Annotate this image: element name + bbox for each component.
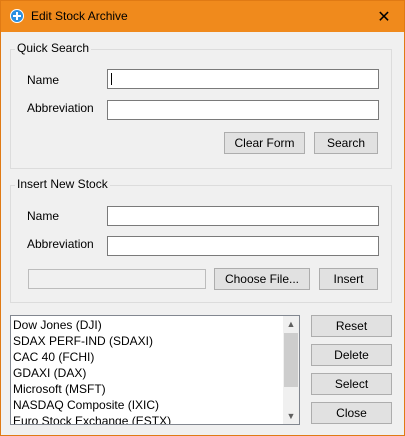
choose-file-button[interactable]: Choose File... — [214, 268, 310, 290]
file-path-field — [28, 269, 206, 289]
quick-search-title: Quick Search — [15, 41, 92, 55]
stock-listbox[interactable]: Dow Jones (DJI) SDAX PERF-IND (SDAXI) CA… — [10, 315, 300, 425]
list-item[interactable]: CAC 40 (FCHI) — [13, 349, 282, 365]
edit-stock-archive-window: Edit Stock Archive ✕ Quick Search Name A… — [0, 0, 405, 436]
list-item[interactable]: GDAXI (DAX) — [13, 365, 282, 381]
scroll-down-icon[interactable]: ▼ — [283, 408, 299, 424]
clear-form-button[interactable]: Clear Form — [224, 132, 305, 154]
close-button[interactable]: Close — [311, 402, 392, 424]
list-item[interactable]: NASDAQ Composite (IXIC) — [13, 397, 282, 413]
add-circle-icon — [10, 9, 24, 23]
title-bar[interactable]: Edit Stock Archive ✕ — [1, 1, 404, 32]
scrollbar-thumb[interactable] — [284, 333, 298, 387]
quick-search-abbreviation-label: Abbreviation — [27, 101, 94, 115]
list-item[interactable]: Dow Jones (DJI) — [13, 317, 282, 333]
search-button[interactable]: Search — [314, 132, 378, 154]
scroll-up-icon[interactable]: ▲ — [283, 316, 299, 332]
insert-name-label: Name — [27, 209, 60, 223]
quick-search-name-input[interactable] — [107, 69, 379, 89]
list-item[interactable]: SDAX PERF-IND (SDAXI) — [13, 333, 282, 349]
insert-new-stock-title: Insert New Stock — [15, 177, 110, 191]
insert-abbreviation-label: Abbreviation — [27, 237, 94, 251]
text-caret — [111, 73, 112, 85]
list-item[interactable]: Euro Stock Exchange (ESTX) — [13, 413, 282, 424]
delete-button[interactable]: Delete — [311, 344, 392, 366]
window-title: Edit Stock Archive — [31, 9, 128, 23]
list-item[interactable]: Microsoft (MSFT) — [13, 381, 282, 397]
stock-list-items: Dow Jones (DJI) SDAX PERF-IND (SDAXI) CA… — [13, 317, 282, 424]
quick-search-abbreviation-input[interactable] — [107, 100, 379, 120]
insert-name-input[interactable] — [107, 206, 379, 226]
reset-button[interactable]: Reset — [311, 315, 392, 337]
insert-abbreviation-input[interactable] — [107, 236, 379, 256]
select-button[interactable]: Select — [311, 373, 392, 395]
window-close-button[interactable]: ✕ — [364, 1, 404, 32]
quick-search-name-label: Name — [27, 73, 60, 87]
insert-button[interactable]: Insert — [319, 268, 378, 290]
list-scrollbar[interactable]: ▲ ▼ — [283, 316, 299, 424]
